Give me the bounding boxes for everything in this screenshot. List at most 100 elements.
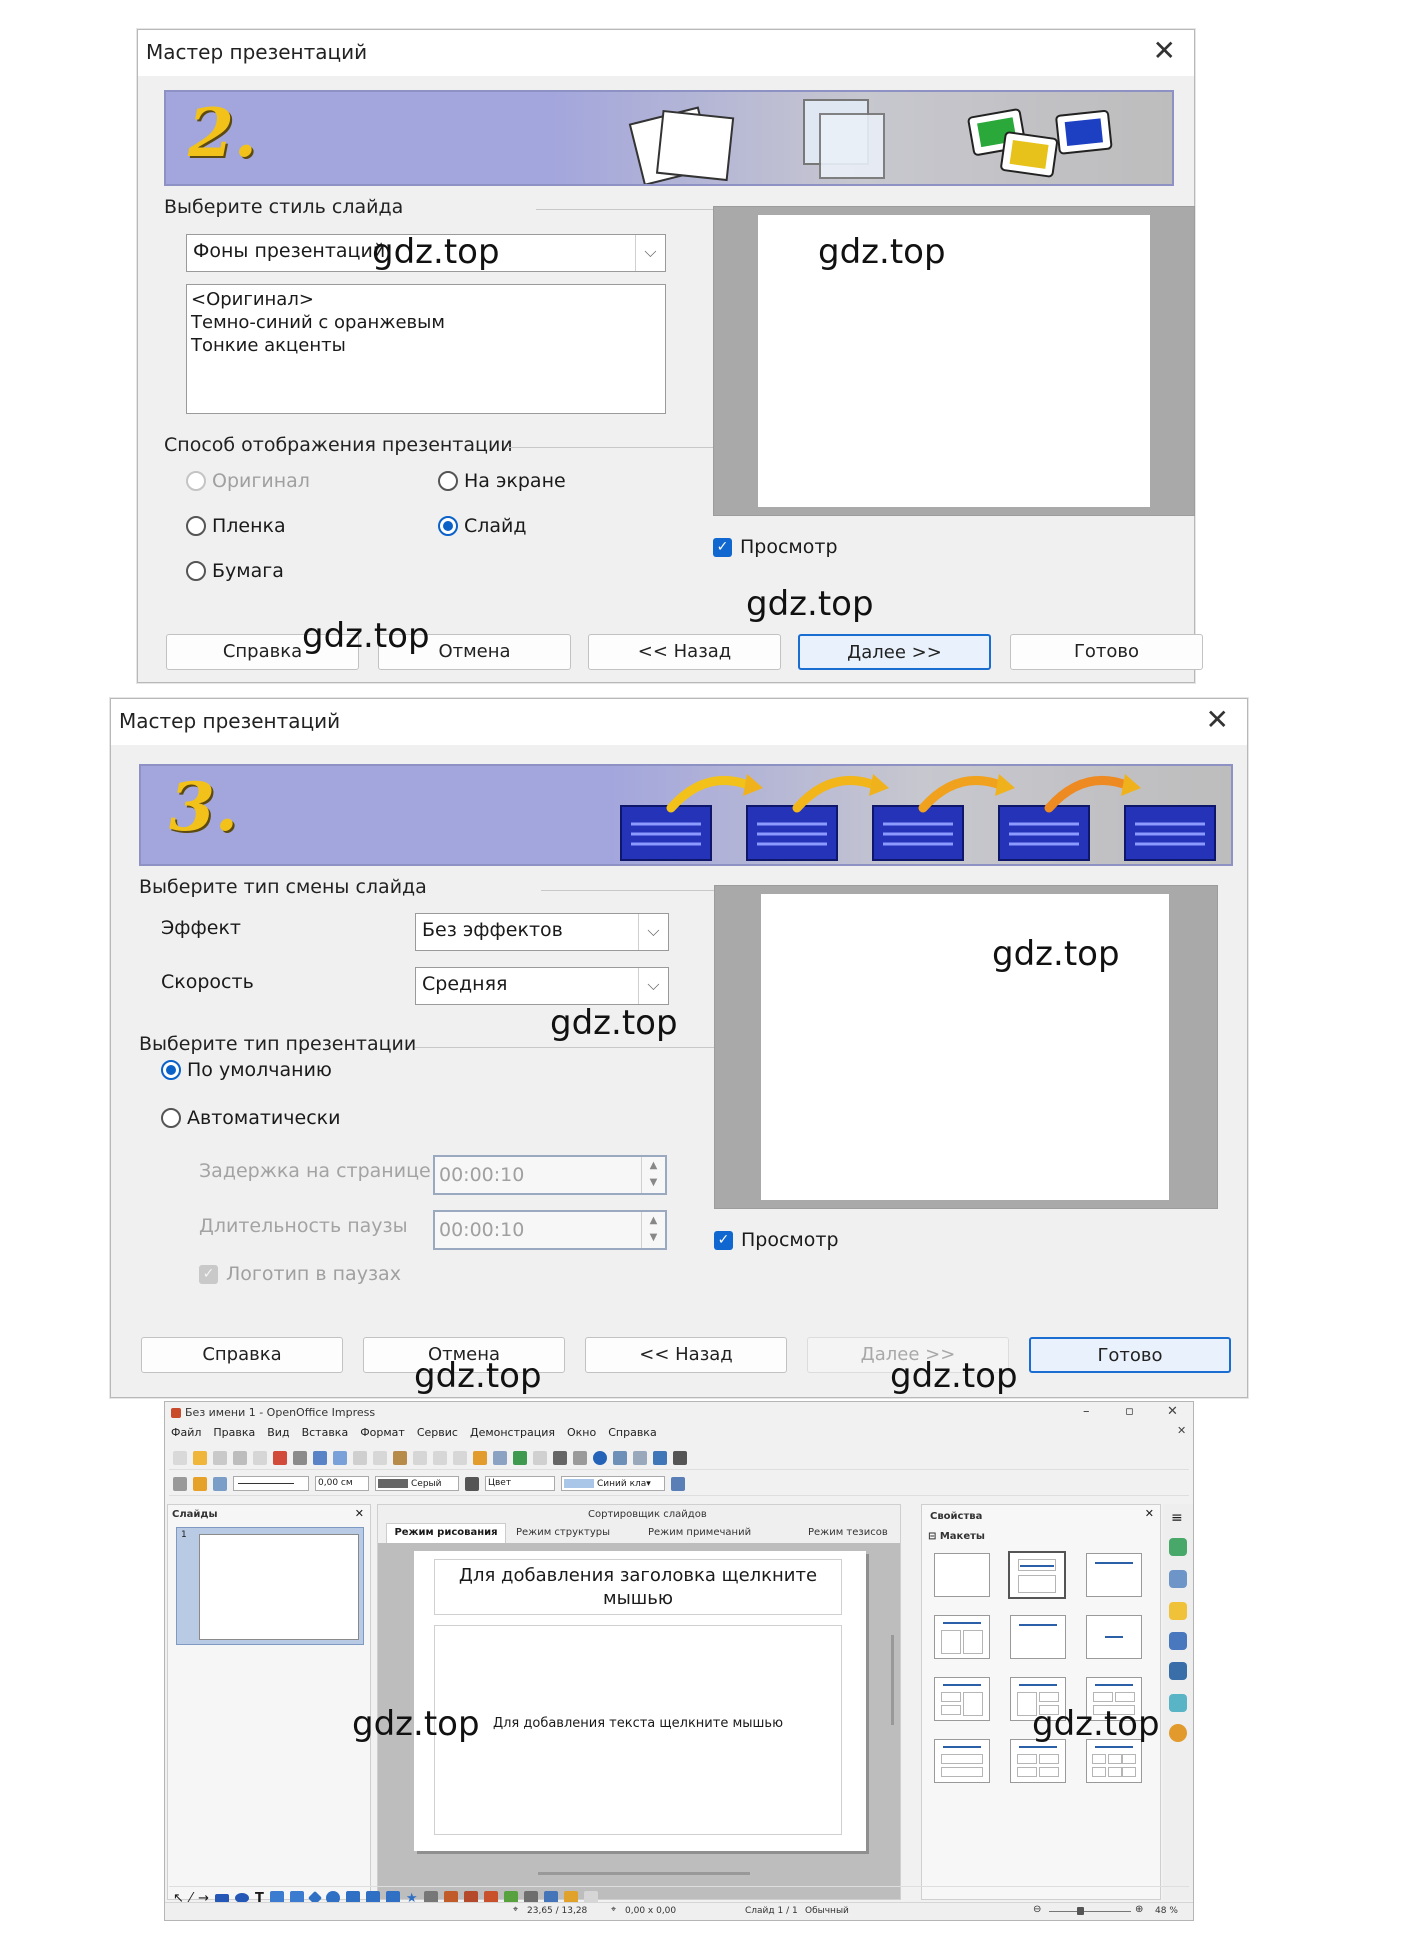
radio-paper[interactable]: Бумага	[186, 560, 284, 582]
next-button[interactable]: Далее >>	[798, 634, 991, 670]
master-pages-icon[interactable]	[1169, 1570, 1187, 1588]
arrow-style-icon[interactable]	[213, 1476, 227, 1491]
fill-color-select[interactable]: Синий кла▾	[561, 1476, 665, 1491]
finish-button[interactable]: Готово	[1029, 1337, 1231, 1373]
pdf-icon[interactable]	[273, 1450, 287, 1465]
back-button[interactable]: << Назад	[585, 1337, 787, 1373]
help-icon[interactable]	[593, 1450, 607, 1465]
tab-outline-view[interactable]: Режим структуры	[516, 1527, 610, 1538]
line-style-select[interactable]	[233, 1476, 309, 1491]
chevron-down-icon[interactable]: ⌵	[638, 914, 668, 950]
menu-help[interactable]: Справка	[608, 1426, 656, 1439]
transition-icon[interactable]	[1169, 1632, 1187, 1650]
line-width-field[interactable]: 0,00 см	[315, 1476, 369, 1491]
print-icon[interactable]	[293, 1450, 307, 1465]
tab-drawing-view[interactable]: Режим рисования	[386, 1523, 506, 1543]
menu-slideshow[interactable]: Демонстрация	[470, 1426, 555, 1439]
layout-title-content-over[interactable]	[934, 1739, 990, 1783]
speed-select[interactable]: Средняя ⌵	[415, 967, 669, 1005]
menu-icon[interactable]: ≡	[1171, 1510, 1183, 1526]
tab-handout-view[interactable]: Режим тезисов	[808, 1527, 888, 1538]
menu-format[interactable]: Формат	[360, 1426, 405, 1439]
close-icon[interactable]: ✕	[1167, 1404, 1178, 1419]
menu-tools[interactable]: Сервис	[417, 1426, 458, 1439]
properties-icon[interactable]	[1169, 1538, 1187, 1556]
line-icon[interactable]	[193, 1476, 207, 1491]
close-icon[interactable]: ✕	[1145, 1507, 1154, 1520]
radio-default[interactable]: По умолчанию	[161, 1059, 332, 1081]
chart-icon[interactable]	[473, 1450, 487, 1465]
maximize-icon[interactable]: ▫	[1125, 1404, 1134, 1419]
line-color-select[interactable]: Серый	[375, 1476, 459, 1491]
radio-automatic[interactable]: Автоматически	[161, 1107, 340, 1129]
layout-title-only[interactable]	[1086, 1553, 1142, 1597]
spin-arrows-icon[interactable]: ▲ ▼	[641, 1157, 665, 1193]
vertical-scrollbar[interactable]	[891, 1635, 894, 1725]
grid-icon[interactable]	[533, 1450, 547, 1465]
spellcheck-icon[interactable]	[313, 1450, 327, 1465]
clone-icon[interactable]	[413, 1450, 427, 1465]
table-icon[interactable]	[493, 1450, 507, 1465]
monitor-icon[interactable]	[673, 1450, 687, 1465]
menu-insert[interactable]: Вставка	[302, 1426, 349, 1439]
save-icon[interactable]	[213, 1450, 227, 1465]
autospell-icon[interactable]	[333, 1450, 347, 1465]
email-icon[interactable]	[233, 1450, 247, 1465]
spin-arrows-icon[interactable]: ▲ ▼	[641, 1212, 665, 1248]
menu-edit[interactable]: Правка	[213, 1426, 255, 1439]
animation-icon[interactable]	[1169, 1602, 1187, 1620]
navigator-icon[interactable]	[1169, 1724, 1187, 1742]
effect-select[interactable]: Без эффектов ⌵	[415, 913, 669, 951]
edit-icon[interactable]	[253, 1450, 267, 1465]
delay-spinbox[interactable]: 00:00:10 ▲ ▼	[433, 1155, 667, 1195]
radio-slide[interactable]: Слайд	[438, 515, 527, 537]
draw-functions-icon[interactable]	[553, 1450, 567, 1465]
paste-icon[interactable]	[393, 1450, 407, 1465]
gallery-icon[interactable]	[1169, 1694, 1187, 1712]
back-button[interactable]: << Назад	[588, 634, 781, 670]
layout-centered-text[interactable]	[1086, 1615, 1142, 1659]
slide-thumbnail[interactable]: 1	[176, 1527, 364, 1645]
chevron-down-icon[interactable]: ⌵	[635, 235, 665, 271]
layout-title-content[interactable]	[1008, 1551, 1066, 1599]
menu-window[interactable]: Окно	[567, 1426, 596, 1439]
close-document-icon[interactable]: ✕	[1177, 1424, 1186, 1437]
styles-icon[interactable]	[1169, 1662, 1187, 1680]
layout-title-six-content[interactable]	[1086, 1739, 1142, 1783]
globe-icon[interactable]	[513, 1450, 527, 1465]
fill-type-select[interactable]: Цвет	[485, 1476, 555, 1491]
open-icon[interactable]	[193, 1450, 207, 1465]
pause-spinbox[interactable]: 00:00:10 ▲ ▼	[433, 1210, 667, 1250]
zoom-slider-thumb[interactable]	[1077, 1907, 1084, 1915]
minimize-icon[interactable]: –	[1083, 1404, 1090, 1419]
layout-icon[interactable]	[633, 1450, 647, 1465]
chevron-down-icon[interactable]: ⌵	[638, 968, 668, 1004]
new-icon[interactable]	[173, 1450, 187, 1465]
help-button[interactable]: Справка	[141, 1337, 343, 1373]
copy-icon[interactable]	[373, 1450, 387, 1465]
style-list[interactable]: <Оригинал> Темно-синий с оранжевым Тонки…	[186, 284, 666, 414]
close-icon[interactable]: ✕	[1153, 36, 1176, 66]
text-placeholder[interactable]: Для добавления текста щелкните мышью	[434, 1625, 842, 1835]
list-item[interactable]: <Оригинал>	[191, 288, 661, 311]
undo-icon[interactable]	[433, 1450, 447, 1465]
slideshow-icon[interactable]	[653, 1450, 667, 1465]
layout-title-content-two[interactable]	[934, 1677, 990, 1721]
close-icon[interactable]: ✕	[1206, 705, 1229, 735]
finish-button[interactable]: Готово	[1010, 634, 1203, 670]
cut-icon[interactable]	[353, 1450, 367, 1465]
layout-blank[interactable]	[934, 1553, 990, 1597]
radio-original[interactable]: Оригинал	[186, 470, 310, 492]
list-item[interactable]: Темно-синий с оранжевым	[191, 311, 661, 334]
horizontal-scrollbar[interactable]	[538, 1872, 750, 1875]
styles-icon[interactable]	[173, 1476, 187, 1491]
redo-icon[interactable]	[453, 1450, 467, 1465]
menu-file[interactable]: Файл	[171, 1426, 201, 1439]
logo-in-pauses-checkbox[interactable]: ✓ Логотип в паузах	[199, 1263, 401, 1285]
radio-on-screen[interactable]: На экране	[438, 470, 566, 492]
layout-title-two-columns[interactable]	[934, 1615, 990, 1659]
layout-title-four-content[interactable]	[1010, 1739, 1066, 1783]
preview-checkbox[interactable]: ✓ Просмотр	[713, 536, 838, 558]
slide-icon[interactable]	[613, 1450, 627, 1465]
list-item[interactable]: Тонкие акценты	[191, 334, 661, 357]
